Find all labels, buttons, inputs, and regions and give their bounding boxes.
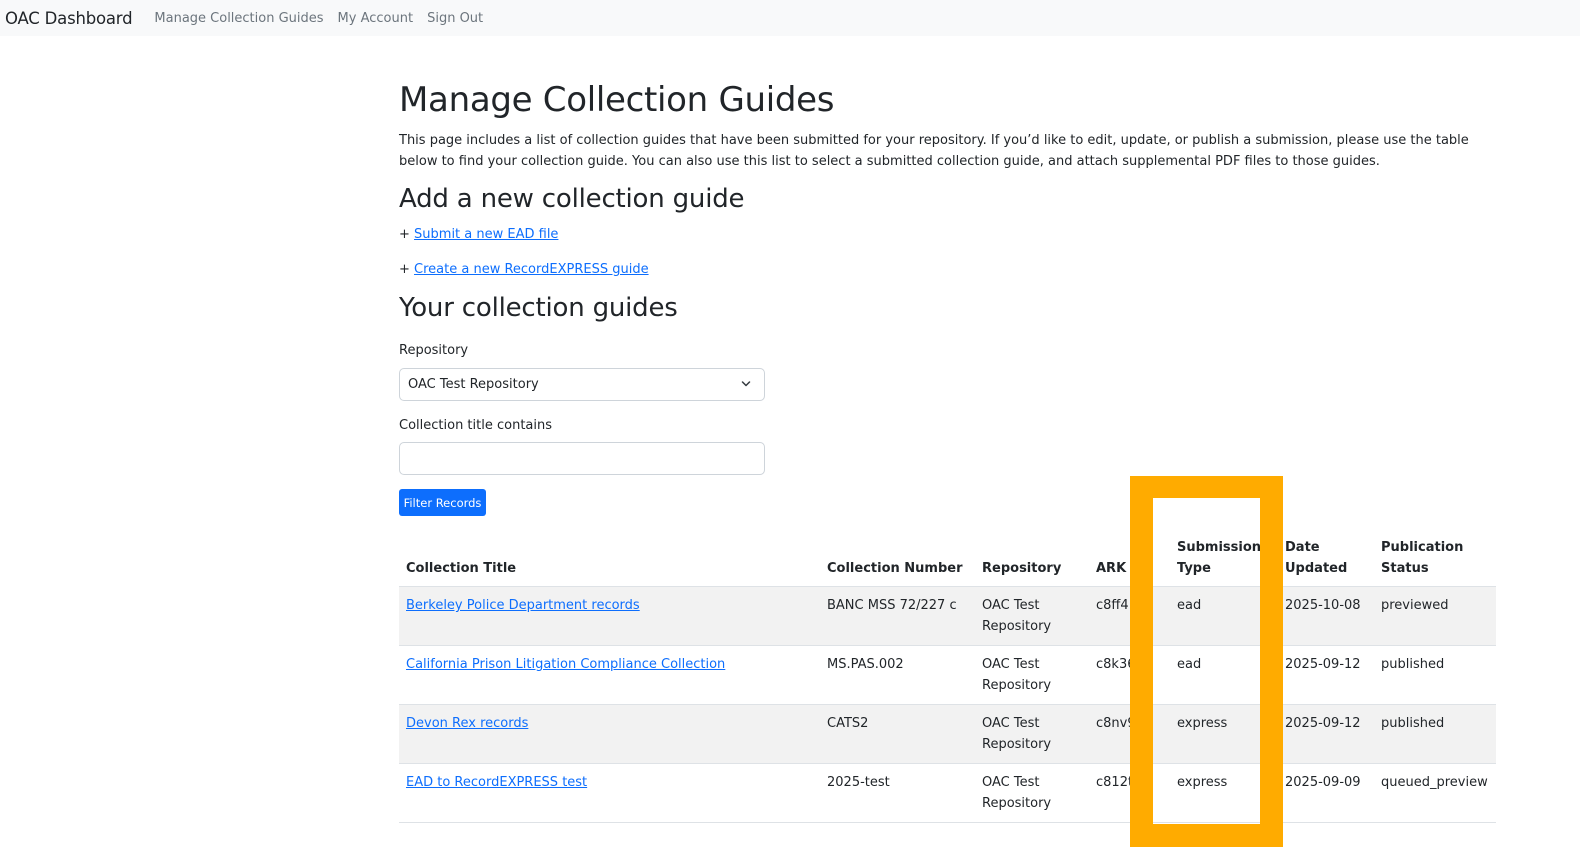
filter-records-button[interactable]: Filter Records — [399, 489, 486, 516]
cell-publication-status: published — [1374, 645, 1496, 705]
repo-line: Repository — [982, 737, 1052, 752]
nav-my-account[interactable]: My Account — [338, 11, 414, 26]
add-guide-heading: Add a new collection guide — [399, 184, 745, 214]
repository-select-value: OAC Test Repository — [408, 377, 539, 392]
cell-ark: c8nv9 — [1089, 704, 1170, 764]
header-repository[interactable]: Repository — [975, 530, 1089, 587]
cell-publication-status: previewed — [1374, 586, 1496, 646]
header-line: Type — [1177, 561, 1211, 576]
repo-line: Repository — [982, 678, 1052, 693]
collection-title-link[interactable]: EAD to RecordEXPRESS test — [406, 775, 587, 790]
cell-submission-type: ead — [1170, 586, 1278, 646]
brand-link[interactable]: OAC Dashboard — [5, 9, 133, 28]
cell-submission-type: express — [1170, 704, 1278, 764]
plus-prefix: + — [399, 227, 415, 242]
header-line: Updated — [1285, 561, 1348, 576]
table-row: Devon Rex records CATS2 OAC Test Reposito… — [399, 704, 1496, 764]
plus-prefix: + — [399, 262, 415, 277]
cell-repository: OAC Test Repository — [975, 704, 1089, 764]
collection-title-input[interactable] — [399, 442, 765, 475]
cell-date-updated: 2025-09-12 — [1278, 704, 1374, 764]
submit-ead-link[interactable]: Submit a new EAD file — [414, 227, 558, 242]
repo-line: OAC Test — [982, 657, 1040, 672]
cell-repository: OAC Test Repository — [975, 645, 1089, 705]
cell-ark: c812t — [1089, 763, 1170, 823]
table-row: California Prison Litigation Compliance … — [399, 645, 1496, 705]
cell-ark: c8k36 — [1089, 645, 1170, 705]
table-row: Berkeley Police Department records BANC … — [399, 586, 1496, 646]
cell-publication-status: published — [1374, 704, 1496, 764]
repo-line: OAC Test — [982, 598, 1040, 613]
cell-number: 2025-test — [820, 763, 975, 823]
header-collection-title[interactable]: Collection Title — [399, 530, 820, 587]
header-date-updated[interactable]: Date Updated — [1278, 530, 1374, 587]
cell-title: California Prison Litigation Compliance … — [399, 645, 820, 705]
cell-number: BANC MSS 72/227 c — [820, 586, 975, 646]
cell-title: EAD to RecordEXPRESS test — [399, 763, 820, 823]
submit-ead-line: + Submit a new EAD file — [399, 227, 558, 242]
cell-submission-type: express — [1170, 763, 1278, 823]
header-line: Publication — [1381, 540, 1464, 555]
header-ark[interactable]: ARK — [1089, 530, 1170, 587]
collection-title-link[interactable]: Devon Rex records — [406, 716, 528, 731]
create-recordexpress-line: + Create a new RecordEXPRESS guide — [399, 262, 649, 277]
header-line: Status — [1381, 561, 1429, 576]
collection-title-label: Collection title contains — [399, 418, 553, 433]
cell-repository: OAC Test Repository — [975, 763, 1089, 823]
repo-line: Repository — [982, 796, 1052, 811]
cell-date-updated: 2025-09-12 — [1278, 645, 1374, 705]
repo-line: Repository — [982, 619, 1052, 634]
repo-line: OAC Test — [982, 716, 1040, 731]
cell-number: CATS2 — [820, 704, 975, 764]
collection-title-link[interactable]: Berkeley Police Department records — [406, 598, 640, 613]
header-submission-type[interactable]: Submission Type — [1170, 530, 1278, 587]
cell-publication-status: queued_preview — [1374, 763, 1496, 823]
create-recordexpress-link[interactable]: Create a new RecordEXPRESS guide — [414, 262, 649, 277]
header-line: Date — [1285, 540, 1320, 555]
cell-date-updated: 2025-10-08 — [1278, 586, 1374, 646]
header-line: Submission — [1177, 540, 1262, 555]
header-collection-number[interactable]: Collection Number — [820, 530, 975, 587]
cell-date-updated: 2025-09-09 — [1278, 763, 1374, 823]
collection-title-link[interactable]: California Prison Litigation Compliance … — [406, 657, 725, 672]
repo-line: OAC Test — [982, 775, 1040, 790]
your-guides-heading: Your collection guides — [399, 293, 678, 323]
top-navbar: OAC Dashboard Manage Collection Guides M… — [0, 0, 1580, 36]
cell-repository: OAC Test Repository — [975, 586, 1089, 646]
table-row: EAD to RecordEXPRESS test 2025-test OAC … — [399, 763, 1496, 823]
header-publication-status[interactable]: Publication Status — [1374, 530, 1496, 587]
nav-manage-collection-guides[interactable]: Manage Collection Guides — [154, 11, 323, 26]
cell-number: MS.PAS.002 — [820, 645, 975, 705]
collection-guides-table: Collection Title Collection Number Repos… — [399, 530, 1496, 823]
intro-text: This page includes a list of collection … — [399, 133, 1469, 169]
cell-ark: c8ff41 — [1089, 586, 1170, 646]
page-title: Manage Collection Guides — [399, 80, 835, 120]
nav-sign-out[interactable]: Sign Out — [427, 11, 483, 26]
cell-title: Devon Rex records — [399, 704, 820, 764]
repository-select[interactable]: OAC Test Repository — [399, 368, 765, 401]
cell-submission-type: ead — [1170, 645, 1278, 705]
cell-title: Berkeley Police Department records — [399, 586, 820, 646]
chevron-down-icon — [741, 381, 751, 387]
table-header-row: Collection Title Collection Number Repos… — [399, 530, 1496, 587]
repository-label: Repository — [399, 343, 469, 358]
